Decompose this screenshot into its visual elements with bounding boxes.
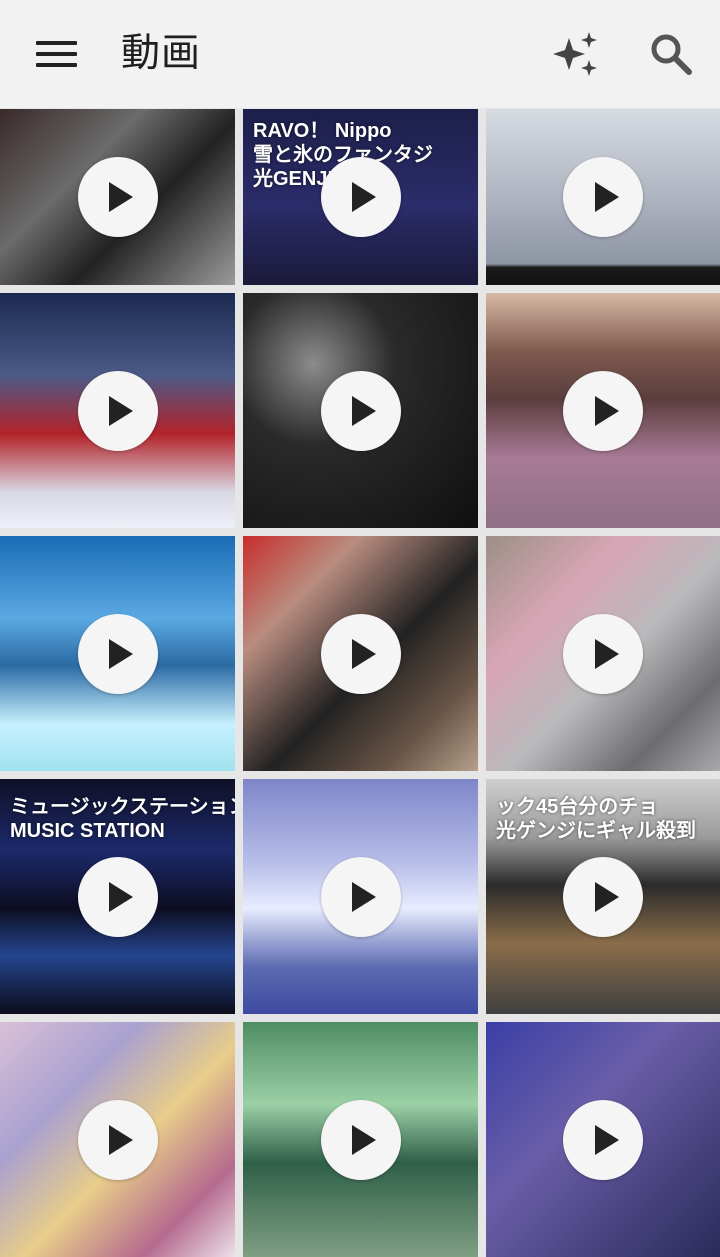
video-thumbnail[interactable]: ック45台分のチョ 光ゲンジにギャル殺到 <box>486 779 720 1014</box>
hamburger-menu-icon <box>35 52 77 56</box>
search-button[interactable] <box>645 28 697 80</box>
play-icon <box>321 614 401 694</box>
play-icon <box>563 857 643 937</box>
video-thumbnail[interactable] <box>243 536 478 771</box>
play-button[interactable] <box>320 157 401 237</box>
sparkle-button[interactable] <box>551 28 603 80</box>
video-thumbnail[interactable] <box>243 779 478 1014</box>
app-bar: 動画 <box>0 0 720 108</box>
video-grid: RAVO！ Nippo 雪と氷のファンタジ 光GENJI ミュージックステーション… <box>0 109 720 1257</box>
page-title: 動画 <box>121 31 202 76</box>
video-thumbnail[interactable]: ミュージックステーション MUSIC STATION <box>0 779 235 1014</box>
video-thumbnail[interactable]: RAVO！ Nippo 雪と氷のファンタジ 光GENJI <box>243 109 478 285</box>
video-thumbnail[interactable] <box>243 1022 478 1257</box>
play-icon <box>563 157 643 237</box>
play-button[interactable] <box>77 856 158 937</box>
menu-button[interactable] <box>26 28 86 80</box>
play-icon <box>321 157 401 237</box>
video-thumbnail[interactable] <box>486 109 720 285</box>
play-button[interactable] <box>77 1099 158 1180</box>
play-icon <box>78 371 158 451</box>
play-button[interactable] <box>563 370 643 451</box>
thumbnail-overlay-text: ック45台分のチョ 光ゲンジにギャル殺到 <box>496 796 696 842</box>
search-icon <box>651 34 692 75</box>
video-thumbnail[interactable] <box>0 536 235 771</box>
play-icon <box>563 614 643 694</box>
play-icon <box>563 371 643 451</box>
play-icon <box>78 1100 158 1180</box>
play-button[interactable] <box>320 1099 401 1180</box>
play-button[interactable] <box>77 613 158 694</box>
video-thumbnail[interactable] <box>0 293 235 528</box>
sparkle-icon <box>553 32 597 76</box>
video-thumbnail[interactable] <box>0 109 235 285</box>
play-icon <box>321 1100 401 1180</box>
play-button[interactable] <box>77 370 158 451</box>
play-button[interactable] <box>563 856 643 937</box>
video-thumbnail[interactable] <box>486 1022 720 1257</box>
hamburger-menu-icon <box>35 41 77 45</box>
play-icon <box>321 857 401 937</box>
video-thumbnail[interactable] <box>0 1022 235 1257</box>
play-button[interactable] <box>563 613 643 694</box>
play-icon <box>78 857 158 937</box>
play-button[interactable] <box>320 370 401 451</box>
play-button[interactable] <box>320 613 401 694</box>
play-button[interactable] <box>563 1099 643 1180</box>
play-button[interactable] <box>563 157 643 237</box>
play-button[interactable] <box>320 856 401 937</box>
play-icon <box>321 371 401 451</box>
play-button[interactable] <box>77 157 158 237</box>
play-icon <box>78 614 158 694</box>
play-icon <box>563 1100 643 1180</box>
thumbnail-overlay-text: ミュージックステーション MUSIC STATION <box>10 796 235 842</box>
hamburger-menu-icon <box>35 63 77 67</box>
video-thumbnail[interactable] <box>243 293 478 528</box>
video-thumbnail[interactable] <box>486 536 720 771</box>
video-thumbnail[interactable] <box>486 293 720 528</box>
play-icon <box>78 157 158 237</box>
